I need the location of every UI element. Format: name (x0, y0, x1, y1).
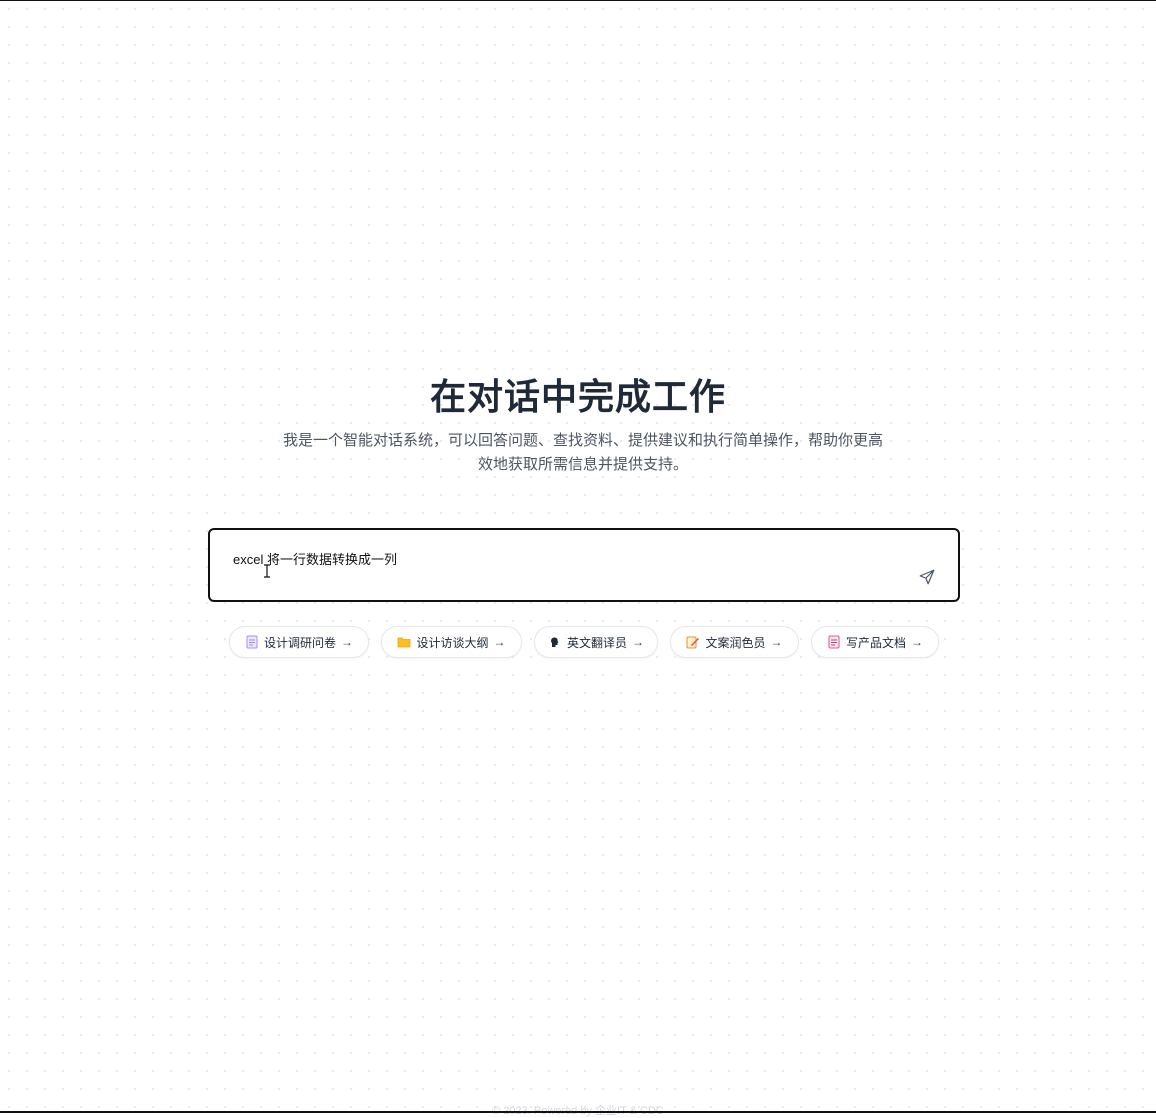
page-subtitle: 我是一个智能对话系统，可以回答问题、查找资料、提供建议和执行简单操作，帮助你更高… (282, 431, 883, 473)
page-icon (827, 635, 841, 649)
arrow-right-icon: → (911, 635, 923, 649)
arrow-right-icon: → (341, 635, 353, 649)
page-title: 在对话中完成工作 (429, 377, 726, 418)
suggestion-label: 英文翻译员 (566, 635, 627, 650)
footer-copyright: © 2023. Powered by 企业IT & CDC (0, 1102, 1156, 1118)
suggestion-label: 设计调研问卷 (263, 635, 336, 650)
memo-pencil-icon (686, 635, 700, 649)
bottom-border (0, 1111, 1156, 1113)
suggestion-label: 写产品文档 (845, 635, 906, 650)
text-cursor-icon (264, 564, 270, 578)
chat-input[interactable] (233, 548, 893, 568)
suggestion-interview-outline[interactable]: 设计访谈大纲 → (381, 626, 522, 658)
arrow-right-icon: → (493, 635, 506, 649)
suggestion-label: 文案润色员 (705, 635, 766, 650)
arrow-right-icon: → (770, 635, 783, 649)
suggestion-copy-polisher[interactable]: 文案润色员 → (670, 626, 799, 658)
speaking-head-icon (548, 635, 562, 649)
suggestion-product-doc[interactable]: 写产品文档 → (811, 626, 939, 658)
arrow-right-icon: → (632, 635, 644, 649)
send-icon (919, 569, 935, 585)
folder-icon (397, 635, 411, 649)
suggestion-design-survey[interactable]: 设计调研问卷 → (229, 626, 369, 658)
send-button[interactable] (916, 566, 938, 588)
suggestion-english-translator[interactable]: 英文翻译员 → (534, 626, 658, 658)
chat-input-box (208, 528, 960, 602)
top-border (0, 0, 1156, 1)
suggestion-label: 设计访谈大纲 (416, 635, 489, 650)
document-icon (245, 635, 259, 649)
